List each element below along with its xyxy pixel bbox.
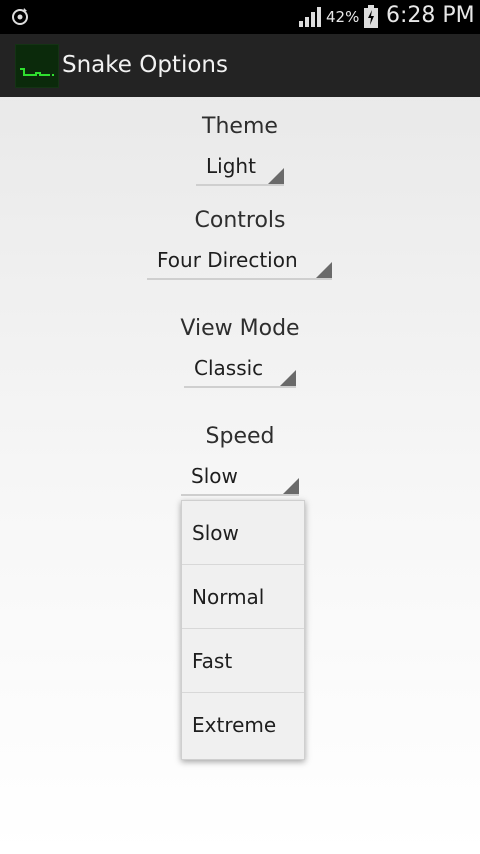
speed-spinner-value: Slow xyxy=(191,464,238,488)
view-mode-spinner-value: Classic xyxy=(194,356,264,380)
view-mode-spinner[interactable]: Classic xyxy=(184,356,296,388)
speed-label: Speed xyxy=(205,424,275,449)
spinner-arrow-icon xyxy=(283,478,299,494)
speed-spinner[interactable]: Slow xyxy=(181,464,299,496)
view-mode-label: View Mode xyxy=(180,316,300,341)
battery-percent: 42% xyxy=(326,8,360,26)
controls-label: Controls xyxy=(194,208,286,233)
spinner-arrow-icon xyxy=(280,370,296,386)
clock: 6:28 PM xyxy=(386,3,475,28)
action-bar: Snake Options xyxy=(0,34,480,97)
speed-option-fast[interactable]: Fast xyxy=(182,629,304,693)
battery-charging-icon xyxy=(364,5,378,28)
theme-label: Theme xyxy=(202,114,278,139)
app-title: Snake Options xyxy=(62,52,228,78)
signal-strength-icon xyxy=(299,7,321,27)
theme-spinner-value: Light xyxy=(206,154,256,178)
theme-spinner[interactable]: Light xyxy=(196,154,284,186)
spinner-arrow-icon xyxy=(316,262,332,278)
controls-spinner-value: Four Direction xyxy=(157,248,298,272)
sync-notification-icon xyxy=(12,8,28,25)
snake-icon xyxy=(20,68,54,76)
speed-option-normal[interactable]: Normal xyxy=(182,565,304,629)
speed-option-slow[interactable]: Slow xyxy=(182,501,304,565)
status-bar: 42% 6:28 PM xyxy=(0,0,480,34)
speed-dropdown-list: Slow Normal Fast Extreme xyxy=(181,500,305,760)
snake-app-icon[interactable] xyxy=(15,44,59,88)
speed-option-extreme[interactable]: Extreme xyxy=(182,693,304,757)
controls-spinner[interactable]: Four Direction xyxy=(147,248,332,280)
spinner-arrow-icon xyxy=(268,168,284,184)
